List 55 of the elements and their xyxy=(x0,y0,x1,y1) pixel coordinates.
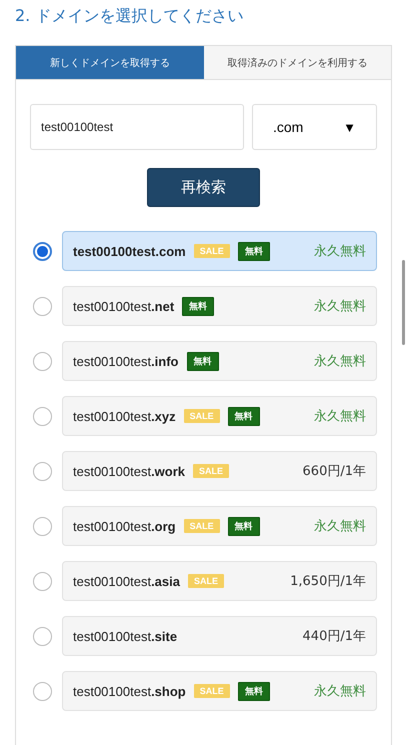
free-badge: 無料 xyxy=(228,516,260,536)
domain-price: 永久無料 xyxy=(314,298,366,315)
domain-option[interactable]: test00100test.net 無料 永久無料 xyxy=(62,286,377,326)
sale-badge: SALE xyxy=(193,464,230,478)
free-badge: 無料 xyxy=(238,242,270,260)
domain-option[interactable]: test00100test.info 無料 永久無料 xyxy=(62,341,377,381)
radio-button[interactable] xyxy=(33,626,52,646)
domain-name: test00100test.org xyxy=(73,518,176,534)
sale-badge: SALE xyxy=(184,519,220,533)
free-badge: 無料 xyxy=(182,296,214,316)
domain-price: 660円/1年 xyxy=(302,463,366,480)
domain-price: 永久無料 xyxy=(314,408,366,425)
domain-name: test00100test.com xyxy=(73,244,186,258)
domain-name: test00100test.net xyxy=(73,298,174,314)
sale-badge: SALE xyxy=(194,684,230,698)
sale-badge: SALE xyxy=(184,409,220,423)
domain-name: test00100test.asia xyxy=(73,574,180,588)
domain-price: 440円/1年 xyxy=(302,628,366,645)
radio-button[interactable] xyxy=(33,462,52,480)
domain-price: 永久無料 xyxy=(314,353,366,370)
free-badge: 無料 xyxy=(228,406,260,426)
domain-name: test00100test.shop xyxy=(73,684,186,698)
domain-option[interactable]: test00100test.xyz SALE 無料 永久無料 xyxy=(62,396,377,436)
domain-option[interactable]: test00100test.org SALE 無料 永久無料 xyxy=(62,506,377,546)
tld-select[interactable]: .com ▼ xyxy=(252,104,377,150)
radio-button[interactable] xyxy=(33,296,52,316)
domain-option[interactable]: test00100test.asia SALE 1,650円/1年 xyxy=(62,561,377,601)
sale-badge: SALE xyxy=(194,244,230,258)
free-badge: 無料 xyxy=(186,352,218,370)
radio-button[interactable] xyxy=(33,406,52,426)
domain-option[interactable]: test00100test.site 440円/1年 xyxy=(62,616,377,656)
domain-name: test00100test.work xyxy=(73,464,186,478)
radio-button[interactable] xyxy=(33,516,52,536)
sale-badge: SALE xyxy=(188,574,224,588)
dropdown-icon: ▼ xyxy=(343,120,356,134)
domain-name: test00100test.site xyxy=(73,628,178,644)
tab[interactable]: 新しくドメインを取得する xyxy=(16,46,204,80)
radio-button[interactable] xyxy=(33,682,52,700)
domain-option[interactable]: test00100test.shop SALE 無料 永久無料 xyxy=(62,671,377,711)
radio-button[interactable] xyxy=(33,572,52,590)
domain-option[interactable]: test00100test.com SALE 無料 永久無料 xyxy=(62,231,377,271)
radio-button[interactable] xyxy=(33,242,52,260)
section-title: 2. ドメインを選択してください xyxy=(15,5,244,27)
domain-input[interactable]: test00100test xyxy=(30,104,244,150)
domain-price: 永久無料 xyxy=(314,683,366,700)
domain-price: 永久無料 xyxy=(314,518,366,535)
domain-option[interactable]: test00100test.work SALE 660円/1年 xyxy=(62,451,377,491)
domain-price: 永久無料 xyxy=(314,243,366,260)
domain-name: test00100test.info xyxy=(73,354,178,368)
tab[interactable]: 取得済みのドメインを利用する xyxy=(204,46,391,80)
free-badge: 無料 xyxy=(238,682,270,700)
domain-name: test00100test.xyz xyxy=(73,408,176,424)
radio-button[interactable] xyxy=(33,352,52,370)
domain-price: 1,650円/1年 xyxy=(290,573,366,590)
search-button[interactable]: 再検索 xyxy=(147,168,260,207)
